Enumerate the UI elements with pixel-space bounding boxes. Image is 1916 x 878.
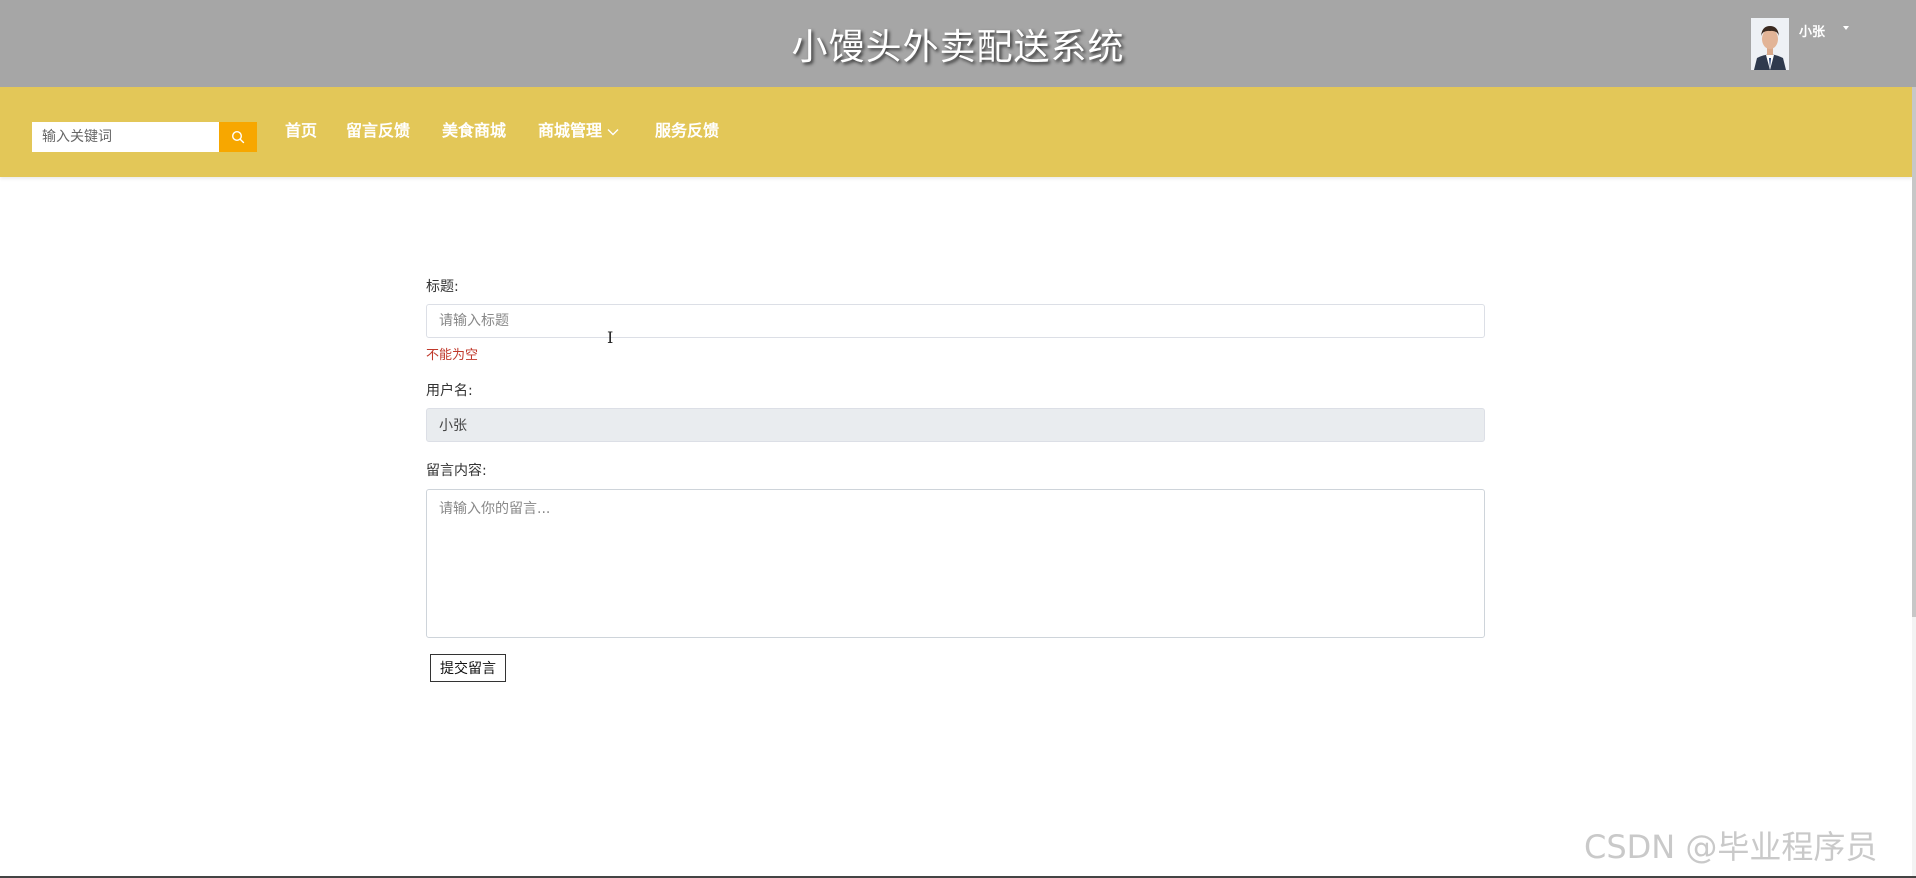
caret-down-icon[interactable] [1843,26,1849,30]
submit-button[interactable]: 提交留言 [430,654,506,682]
site-header: 小馒头外卖配送系统 小张 [0,0,1916,87]
title-input[interactable] [426,304,1485,338]
username-field[interactable] [426,408,1485,442]
watermark: CSDN @毕业程序员 [1584,828,1878,866]
search-button[interactable] [219,122,257,152]
content-label: 留言内容: [426,463,487,479]
text-cursor-icon: I [607,328,614,347]
search-icon [231,130,245,144]
content-textarea[interactable] [426,489,1485,638]
nav-item-food-mall[interactable]: 美食商城 [442,119,506,143]
chevron-down-icon [607,128,619,135]
nav-item-home[interactable]: 首页 [285,119,317,143]
scrollbar-thumb[interactable] [1912,87,1916,617]
nav-item-service-feedback[interactable]: 服务反馈 [655,119,719,143]
user-avatar-icon[interactable] [1751,18,1789,70]
site-title: 小馒头外卖配送系统 [791,27,1125,68]
username-label[interactable]: 小张 [1799,21,1825,40]
username-field-label: 用户名: [426,383,473,399]
nav-item-mall-management[interactable]: 商城管理 [538,119,619,143]
nav-bar: 首页 留言反馈 美食商城 商城管理 服务反馈 [0,87,1912,177]
page: 小馒头外卖配送系统 小张 首页 留言反馈 美食商城 [0,0,1916,878]
title-error-message: 不能为空 [426,348,479,363]
search-input[interactable] [32,122,219,152]
nav-item-feedback[interactable]: 留言反馈 [346,119,410,143]
title-label: 标题: [426,279,459,295]
user-menu[interactable]: 小张 [1751,18,1851,70]
nav-item-mall-management-label: 商城管理 [538,121,603,140]
